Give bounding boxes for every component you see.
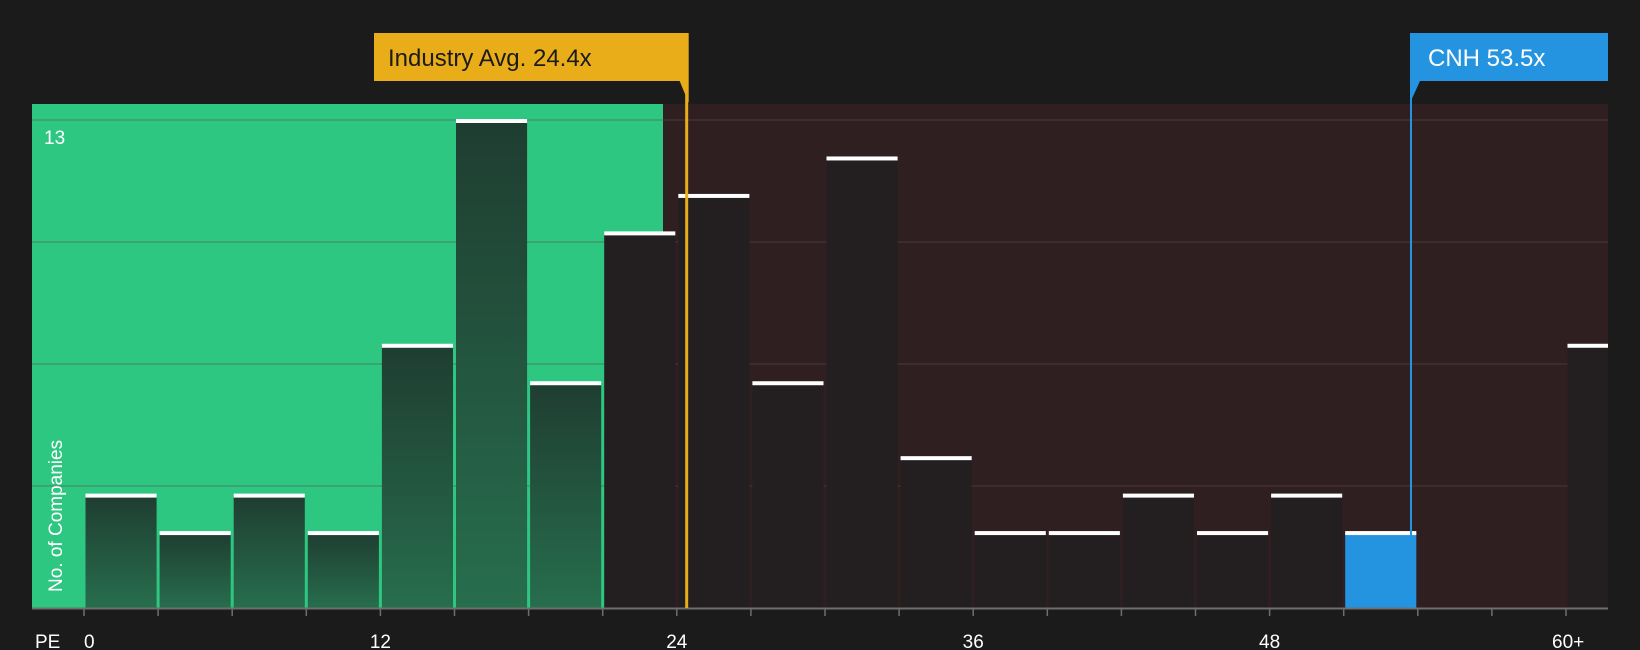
bar-10: [826, 158, 898, 608]
x-axis: 0 12 24 36 48 60+: [32, 607, 1608, 650]
bar-top-9: [752, 381, 824, 386]
bar-14: [1122, 495, 1194, 608]
y-axis-label: No. of Companies: [46, 440, 67, 592]
x-tick-label-4: 48: [1259, 632, 1280, 650]
x-tick-label-0: 0: [84, 632, 95, 650]
bar-top-11: [900, 456, 972, 461]
bar-top-16: [1271, 493, 1343, 498]
bar-top-4: [381, 343, 453, 348]
bar-top-1: [159, 531, 231, 536]
bar-top-14: [1122, 493, 1194, 498]
bar-top-15: [1197, 531, 1269, 536]
x-tick-label-5: 60+: [1552, 632, 1584, 650]
bar-8: [678, 195, 750, 608]
bar-top-2: [233, 493, 305, 498]
x-tick-label-3: 36: [963, 632, 984, 650]
bar-20: [1567, 345, 1608, 608]
bar-top-6: [530, 381, 602, 386]
bar-2: [233, 495, 305, 608]
bar-top-17: [1345, 531, 1417, 536]
x-axis-label: PE: [35, 632, 60, 650]
bar-top-0: [85, 493, 157, 498]
bar-13: [1048, 533, 1120, 608]
bar-top-10: [826, 156, 898, 161]
bar-top-7: [604, 231, 676, 236]
bar-11: [900, 458, 972, 608]
bar-9: [752, 383, 824, 608]
bar-top-20: [1567, 343, 1608, 348]
bar-3: [307, 533, 379, 608]
industry-avg-label: Industry Avg. 24.4x: [388, 45, 592, 72]
bar-1: [159, 533, 231, 608]
x-tick-label-2: 24: [666, 632, 688, 650]
bar-4: [381, 345, 453, 608]
x-tick-label-1: 12: [370, 632, 391, 650]
bar-top-5: [456, 119, 528, 123]
bar-15: [1197, 533, 1269, 608]
pe-distribution-chart: 0 12 24 36 48 60+ Industry Avg. 24.4x CNH 53.5…: [32, 33, 1608, 650]
bar-7: [604, 233, 676, 608]
bar-12: [974, 533, 1046, 608]
bar-top-8: [678, 193, 750, 198]
bar-16: [1271, 495, 1343, 608]
bar-0: [85, 495, 157, 608]
bar-17: [1345, 533, 1417, 608]
bar-top-3: [307, 531, 379, 536]
bar-top-13: [1048, 531, 1120, 536]
bar-6: [530, 383, 602, 608]
bar-5: [456, 121, 528, 608]
bar-top-12: [974, 531, 1046, 536]
company-label: CNH 53.5x: [1428, 45, 1545, 72]
y-tick-label: 13: [44, 128, 65, 149]
